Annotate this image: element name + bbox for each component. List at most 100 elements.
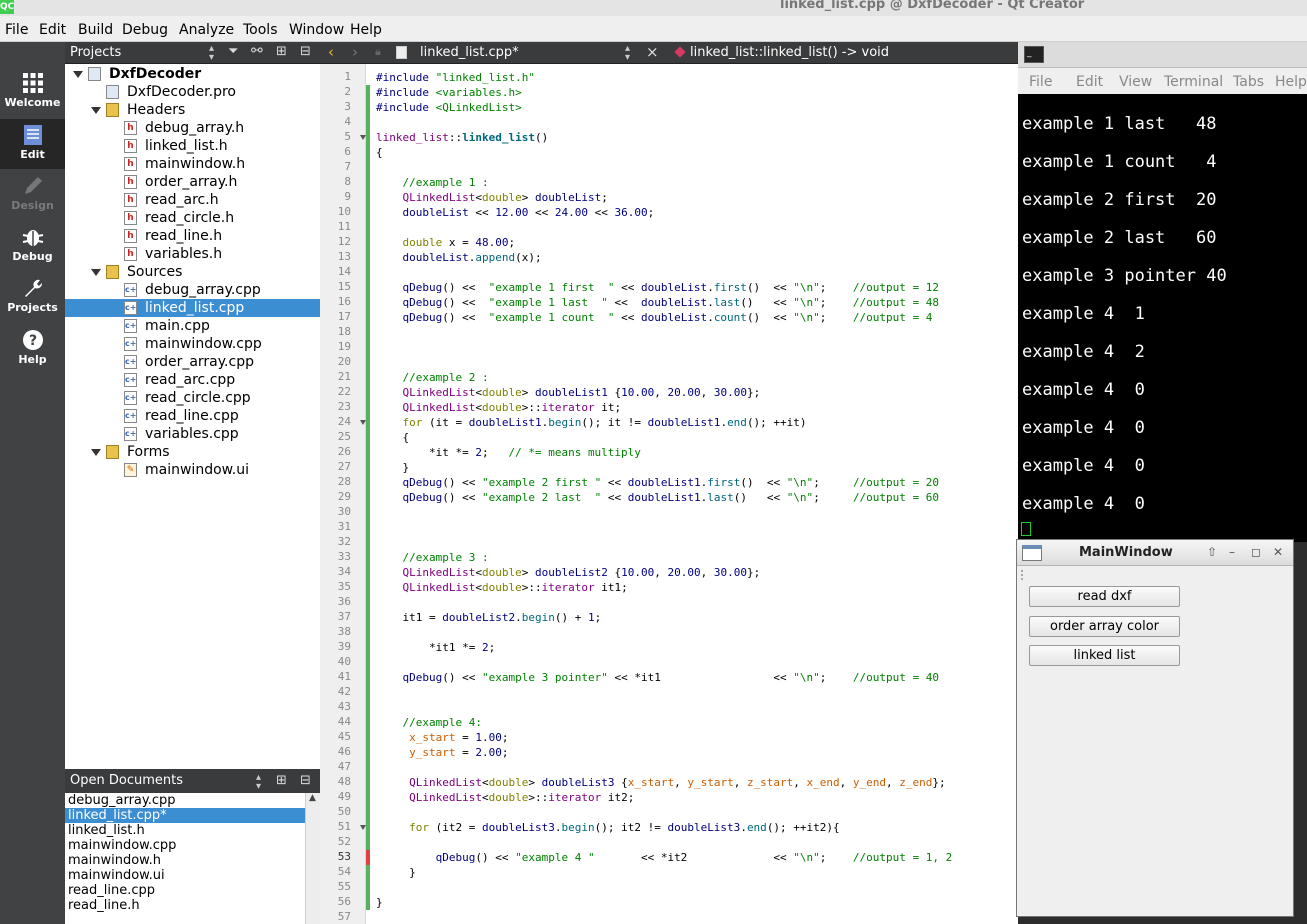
projects-view-selector[interactable]: Projects xyxy=(70,45,121,60)
line-number: 8 xyxy=(344,175,351,188)
terminal-menu-view[interactable]: View xyxy=(1119,74,1152,90)
open-document-item[interactable]: mainwindow.ui xyxy=(68,868,165,883)
linked-list-button[interactable]: linked list xyxy=(1029,645,1180,666)
code-token: (x); xyxy=(515,251,542,264)
open-document-item[interactable]: read_line.h xyxy=(68,898,140,913)
mode-debug[interactable]: Debug xyxy=(0,221,65,271)
menu-tools[interactable]: Tools xyxy=(243,22,278,38)
tree-item[interactable]: h read_arc.h xyxy=(65,191,320,209)
open-documents-title[interactable]: Open Documents xyxy=(70,773,183,788)
tree-item[interactable]: c+ main.cpp xyxy=(65,317,320,335)
terminal-output[interactable]: example 1 last 48 example 1 count 4 exampl… xyxy=(1018,94,1307,542)
tree-item[interactable]: c+ variables.cpp xyxy=(65,425,320,443)
open-document-item[interactable]: debug_array.cpp xyxy=(68,793,176,808)
tree-item[interactable]: Headers xyxy=(65,101,320,119)
code-token: "example 4 " xyxy=(515,851,595,864)
forward-icon[interactable]: › xyxy=(352,43,358,61)
open-documents-scrollbar[interactable]: ▲ xyxy=(305,793,320,924)
dropdown-arrows-icon[interactable]: ▴ ▾ xyxy=(209,44,214,63)
minimize-icon[interactable]: – xyxy=(1229,545,1235,559)
code-token: "\n" xyxy=(793,281,820,294)
tree-item[interactable]: Forms xyxy=(65,443,320,461)
tree-item[interactable]: h mainwindow.h xyxy=(65,155,320,173)
code-token: y_start xyxy=(409,746,456,759)
symbol-selector[interactable]: linked_list::linked_list() -> void xyxy=(690,45,889,60)
read-dxf-button[interactable]: read dxf xyxy=(1029,586,1180,607)
order-array-color-button[interactable]: order array color xyxy=(1029,616,1180,637)
tree-item[interactable]: c+ read_line.cpp xyxy=(65,407,320,425)
tree-item[interactable]: DxfDecoder xyxy=(65,65,320,83)
menu-window[interactable]: Window xyxy=(289,22,344,38)
mode-edit[interactable]: Edit xyxy=(0,119,65,169)
split-icon[interactable]: ⊞ xyxy=(276,44,287,59)
tree-item[interactable]: c+ linked_list.cpp xyxy=(65,299,320,317)
tree-item[interactable]: h linked_list.h xyxy=(65,137,320,155)
close-pane-icon[interactable]: ⊟ xyxy=(300,773,311,788)
menu-build[interactable]: Build xyxy=(78,22,113,38)
mode-welcome[interactable]: Welcome xyxy=(0,67,65,117)
open-document-item[interactable]: linked_list.cpp* xyxy=(65,808,305,823)
fold-marker-icon[interactable] xyxy=(360,135,366,140)
tree-item[interactable]: c+ debug_array.cpp xyxy=(65,281,320,299)
tree-item[interactable]: c+ order_array.cpp xyxy=(65,353,320,371)
tree-item[interactable]: h order_array.h xyxy=(65,173,320,191)
expand-arrow-icon[interactable] xyxy=(91,269,101,276)
maximize-icon[interactable]: ◻ xyxy=(1251,545,1261,559)
tree-item[interactable]: h debug_array.h xyxy=(65,119,320,137)
open-document-item[interactable]: mainwindow.h xyxy=(68,853,161,868)
fold-marker-icon[interactable] xyxy=(360,825,366,830)
menu-file[interactable]: File xyxy=(5,22,28,38)
terminal-menu-edit[interactable]: Edit xyxy=(1076,74,1103,90)
menu-edit[interactable]: Edit xyxy=(39,22,66,38)
expand-arrow-icon[interactable] xyxy=(91,449,101,456)
split-icon[interactable]: ⊞ xyxy=(276,773,287,788)
terminal-menu-help[interactable]: Help xyxy=(1275,74,1307,90)
tree-item[interactable]: c+ mainwindow.cpp xyxy=(65,335,320,353)
open-document-item[interactable]: mainwindow.cpp xyxy=(68,838,176,853)
menu-analyze[interactable]: Analyze xyxy=(179,22,234,38)
close-pane-icon[interactable]: ⊟ xyxy=(300,44,311,59)
project-tree[interactable]: DxfDecoder DxfDecoder.pro Headers h debug_ar… xyxy=(65,64,320,769)
terminal-menu-terminal[interactable]: Terminal xyxy=(1164,74,1223,90)
mode-help[interactable]: ? Help xyxy=(0,324,65,374)
tree-item[interactable]: h variables.h xyxy=(65,245,320,263)
back-icon[interactable]: ‹ xyxy=(328,43,334,61)
code-line: } xyxy=(376,895,383,910)
tree-item[interactable]: Sources xyxy=(65,263,320,281)
terminal-menu-tabs[interactable]: Tabs xyxy=(1233,74,1264,90)
dropdown-arrows-icon[interactable]: ▴ ▾ xyxy=(256,773,261,792)
code-editor[interactable]: 1 2 3 4 5 6 7 8 9 10 11 12 13 14 15 16 17 18 19 20 21 22 23 24 2… xyxy=(320,64,1018,924)
shade-icon[interactable]: ⇧ xyxy=(1207,545,1217,559)
fold-marker-icon[interactable] xyxy=(360,420,366,425)
code-token: ; xyxy=(594,611,602,624)
code-token: linked_list xyxy=(462,131,535,144)
tree-item[interactable]: h read_circle.h xyxy=(65,209,320,227)
close-document-icon[interactable]: × xyxy=(646,43,659,61)
code-line: } xyxy=(376,865,416,880)
terminal-menu-file[interactable]: File xyxy=(1029,74,1052,90)
mode-design[interactable]: Design xyxy=(0,170,65,220)
menu-debug[interactable]: Debug xyxy=(122,22,168,38)
open-documents-list[interactable]: ▲ debug_array.cpp linked_list.cpp* linked_… xyxy=(65,793,320,924)
tree-item[interactable]: h read_line.h xyxy=(65,227,320,245)
scroll-up-icon[interactable]: ▲ xyxy=(309,793,316,803)
dropdown-arrows-icon[interactable]: ▴ ▾ xyxy=(625,44,630,63)
open-document-item[interactable]: read_line.cpp xyxy=(68,883,155,898)
expand-arrow-icon[interactable] xyxy=(91,107,101,114)
code-token: 12.00 xyxy=(495,206,529,219)
tree-item[interactable]: c+ read_arc.cpp xyxy=(65,371,320,389)
tree-item[interactable]: DxfDecoder.pro xyxy=(65,83,320,101)
tree-item[interactable]: ✎ mainwindow.ui xyxy=(65,461,320,479)
filter-icon[interactable]: ⏷ xyxy=(228,44,238,59)
change-marker xyxy=(366,325,370,340)
open-document-item[interactable]: linked_list.h xyxy=(68,823,145,838)
expand-arrow-icon[interactable] xyxy=(73,71,83,78)
close-icon[interactable]: ✕ xyxy=(1273,545,1283,559)
link-icon[interactable]: ⚯ xyxy=(251,43,263,59)
menu-help[interactable]: Help xyxy=(350,22,382,38)
code-token: 36.00 xyxy=(614,206,648,219)
tree-item[interactable]: c+ read_circle.cpp xyxy=(65,389,320,407)
mode-projects[interactable]: Projects xyxy=(0,272,65,322)
file-tab[interactable]: linked_list.cpp* xyxy=(420,45,519,60)
code-token: QLinkedList xyxy=(402,191,476,204)
